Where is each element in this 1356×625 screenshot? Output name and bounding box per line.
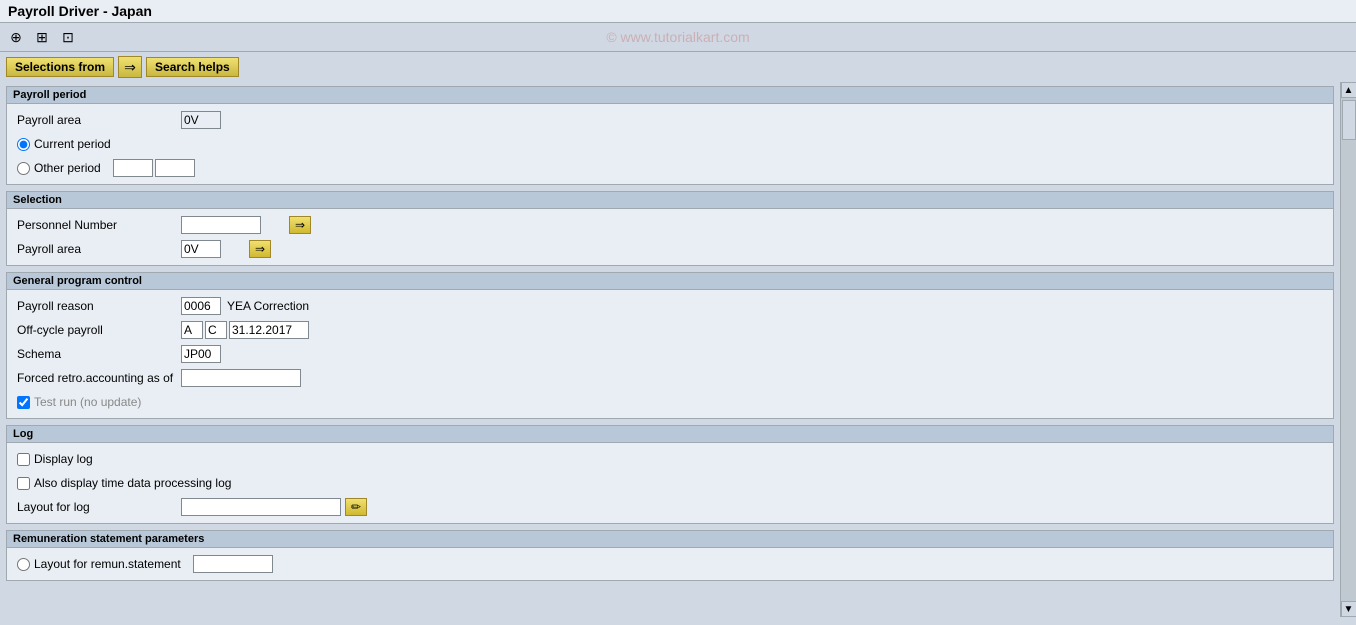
- off-cycle-payroll-label: Off-cycle payroll: [17, 323, 177, 337]
- time-data-label: Also display time data processing log: [34, 476, 231, 490]
- scroll-thumb[interactable]: [1342, 100, 1356, 140]
- remuneration-layout-radio-label[interactable]: Layout for remun.statement: [17, 557, 181, 571]
- display-log-checkbox[interactable]: [17, 453, 30, 466]
- remuneration-body: Layout for remun.statement: [7, 548, 1333, 580]
- general-program-control-body: Payroll reason YEA Correction Off-cycle …: [7, 290, 1333, 418]
- selection-body: Personnel Number ⇒ Payroll area ⇒: [7, 209, 1333, 265]
- other-period-label: Other period: [34, 161, 101, 175]
- display-log-label: Display log: [34, 452, 93, 466]
- payroll-period-header: Payroll period: [7, 87, 1333, 104]
- personnel-number-row: Personnel Number ⇒: [17, 215, 1323, 235]
- general-program-control-section: General program control Payroll reason Y…: [6, 272, 1334, 419]
- selection-section: Selection Personnel Number ⇒ Payroll are…: [6, 191, 1334, 266]
- payroll-area-row: Payroll area: [17, 110, 1323, 130]
- other-period-input-2[interactable]: [155, 159, 195, 177]
- selection-payroll-area-match-btn[interactable]: ⇒: [249, 240, 271, 258]
- schema-input[interactable]: [181, 345, 221, 363]
- test-run-checkbox-label[interactable]: Test run (no update): [17, 395, 141, 409]
- selections-from-button[interactable]: Selections from: [6, 57, 114, 77]
- button-bar: Selections from ⇒ Search helps: [0, 52, 1356, 82]
- payroll-reason-label: Payroll reason: [17, 299, 177, 313]
- toolbar-icon-2[interactable]: ⊞: [32, 27, 52, 47]
- remuneration-layout-input[interactable]: [193, 555, 273, 573]
- current-period-radio[interactable]: [17, 138, 30, 151]
- payroll-reason-row: Payroll reason YEA Correction: [17, 296, 1323, 316]
- personnel-number-label: Personnel Number: [17, 218, 177, 232]
- scrollbar[interactable]: ▲ ▼: [1340, 82, 1356, 617]
- current-period-row: Current period: [17, 134, 1323, 154]
- layout-log-input[interactable]: [181, 498, 341, 516]
- payroll-reason-text: YEA Correction: [227, 299, 309, 313]
- selection-payroll-area-label: Payroll area: [17, 242, 177, 256]
- time-data-row: Also display time data processing log: [17, 473, 1323, 493]
- current-period-radio-label[interactable]: Current period: [17, 137, 111, 151]
- toolbar-icon-3[interactable]: ⊡: [58, 27, 78, 47]
- schema-label: Schema: [17, 347, 177, 361]
- other-period-input-1[interactable]: [113, 159, 153, 177]
- test-run-label: Test run (no update): [34, 395, 141, 409]
- off-cycle-payroll-row: Off-cycle payroll: [17, 320, 1323, 340]
- toolbar: ⊕ ⊞ ⊡ © www.tutorialkart.com: [0, 23, 1356, 52]
- search-helps-button[interactable]: Search helps: [146, 57, 239, 77]
- scroll-down-button[interactable]: ▼: [1341, 601, 1356, 617]
- off-cycle-val1-input[interactable]: [181, 321, 203, 339]
- selection-payroll-area-input[interactable]: [181, 240, 221, 258]
- personnel-number-match-btn[interactable]: ⇒: [289, 216, 311, 234]
- remuneration-header: Remuneration statement parameters: [7, 531, 1333, 548]
- other-period-radio[interactable]: [17, 162, 30, 175]
- off-cycle-val2-input[interactable]: [205, 321, 227, 339]
- forced-retro-label: Forced retro.accounting as of: [17, 371, 177, 385]
- log-header: Log: [7, 426, 1333, 443]
- time-data-checkbox-label[interactable]: Also display time data processing log: [17, 476, 231, 490]
- selection-header: Selection: [7, 192, 1333, 209]
- payroll-area-input[interactable]: [181, 111, 221, 129]
- title-bar: Payroll Driver - Japan: [0, 0, 1356, 23]
- time-data-checkbox[interactable]: [17, 477, 30, 490]
- other-period-row: Other period: [17, 158, 1323, 178]
- schema-row: Schema: [17, 344, 1323, 364]
- payroll-reason-code-input[interactable]: [181, 297, 221, 315]
- remuneration-layout-label: Layout for remun.statement: [34, 557, 181, 571]
- watermark: © www.tutorialkart.com: [606, 29, 749, 45]
- off-cycle-date-input[interactable]: [229, 321, 309, 339]
- payroll-area-label: Payroll area: [17, 113, 177, 127]
- pencil-icon[interactable]: ✏: [345, 498, 367, 516]
- scroll-up-button[interactable]: ▲: [1341, 82, 1356, 98]
- payroll-period-section: Payroll period Payroll area Current peri…: [6, 86, 1334, 185]
- remuneration-layout-row: Layout for remun.statement: [17, 554, 1323, 574]
- test-run-checkbox[interactable]: [17, 396, 30, 409]
- app-title: Payroll Driver - Japan: [8, 3, 152, 19]
- layout-log-label: Layout for log: [17, 500, 177, 514]
- log-section: Log Display log Also display time data p…: [6, 425, 1334, 524]
- layout-log-row: Layout for log ✏: [17, 497, 1323, 517]
- forced-retro-input[interactable]: [181, 369, 301, 387]
- personnel-number-input[interactable]: [181, 216, 261, 234]
- arrow-icon: ⇒: [118, 56, 142, 78]
- other-period-radio-label[interactable]: Other period: [17, 161, 101, 175]
- test-run-row: Test run (no update): [17, 392, 1323, 412]
- toolbar-icon-1[interactable]: ⊕: [6, 27, 26, 47]
- log-body: Display log Also display time data proce…: [7, 443, 1333, 523]
- display-log-checkbox-label[interactable]: Display log: [17, 452, 93, 466]
- remuneration-layout-radio[interactable]: [17, 558, 30, 571]
- payroll-period-body: Payroll area Current period Other period: [7, 104, 1333, 184]
- current-period-label: Current period: [34, 137, 111, 151]
- general-program-control-header: General program control: [7, 273, 1333, 290]
- display-log-row: Display log: [17, 449, 1323, 469]
- selection-payroll-area-row: Payroll area ⇒: [17, 239, 1323, 259]
- forced-retro-row: Forced retro.accounting as of: [17, 368, 1323, 388]
- remuneration-section: Remuneration statement parameters Layout…: [6, 530, 1334, 581]
